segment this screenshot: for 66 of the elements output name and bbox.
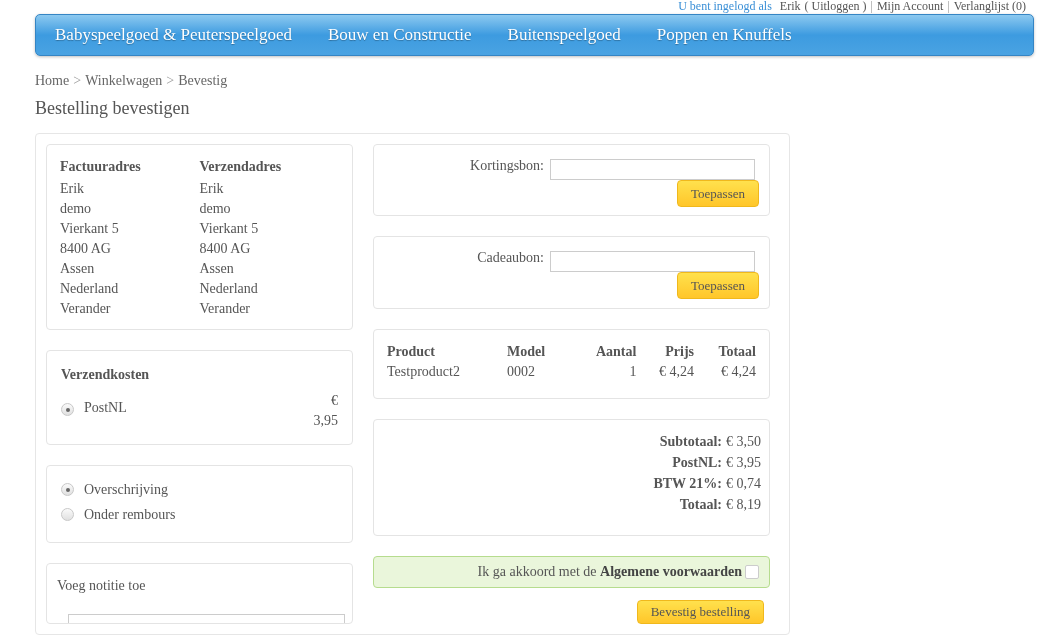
- payment-option-label: Onder rembours: [84, 506, 176, 523]
- radio-button[interactable]: [61, 508, 74, 522]
- table-cell: € 4,24: [636, 363, 695, 380]
- column-header: Prijs: [636, 343, 695, 364]
- address-line: Assen: [60, 260, 96, 278]
- code-input-field[interactable]: [550, 159, 755, 180]
- change-address-link[interactable]: Verander: [60, 299, 200, 319]
- total-value: € 3,95: [726, 454, 761, 471]
- agreement-checkbox[interactable]: [745, 564, 759, 579]
- radio-button[interactable]: [61, 403, 74, 416]
- confirm-order-button[interactable]: Bevestig bestelling: [636, 600, 764, 624]
- total-value: € 0,74: [726, 475, 761, 492]
- apply-button[interactable]: Toepassen: [677, 180, 759, 207]
- address-line: Nederland: [60, 280, 120, 298]
- breadcrumb-link[interactable]: Home: [35, 73, 70, 89]
- code-input-field[interactable]: [550, 251, 755, 273]
- payment-option-label: Overschrijving: [84, 481, 168, 498]
- column-header: Model: [507, 343, 547, 361]
- radio-button[interactable]: [61, 483, 74, 497]
- address-line: Vierkant 5: [60, 220, 120, 238]
- change-address-link[interactable]: Verander: [199, 299, 339, 319]
- agreement-text: Ik ga akkoord met de Algemene voorwaarden: [477, 563, 742, 580]
- address-line: demo: [199, 200, 232, 218]
- address-line: Erik: [60, 180, 86, 198]
- table-cell-text: 0002: [507, 363, 536, 380]
- address-heading: Verzendadres: [199, 159, 283, 175]
- apply-button[interactable]: Toepassen: [677, 272, 759, 300]
- address-line: 8400 AG: [60, 240, 112, 258]
- account-link[interactable]: Verlanglijst (0): [953, 0, 1026, 14]
- breadcrumb-link[interactable]: Bevestig: [178, 73, 228, 89]
- note-label: Voeg notitie toe: [57, 577, 147, 594]
- table-cell: € 4,24: [694, 363, 756, 380]
- logout-link[interactable]: ( Uitloggen ): [804, 0, 867, 14]
- user-name: Erik: [779, 0, 801, 14]
- shipping-price: € 3,95: [312, 392, 338, 430]
- breadcrumb-link[interactable]: Winkelwagen: [85, 73, 163, 89]
- address-line: Vierkant 5: [199, 220, 260, 238]
- total-label: Totaal:: [679, 496, 722, 513]
- total-value: € 3,50: [726, 433, 761, 450]
- address-line: 8400 AG: [199, 240, 252, 258]
- total-value: € 8,19: [726, 496, 761, 513]
- total-label: Subtotaal:: [659, 433, 722, 450]
- separator-text: |: [870, 0, 873, 14]
- column-header: Product: [387, 343, 507, 364]
- column-header: Totaal: [694, 343, 756, 364]
- account-link[interactable]: Mijn Account: [876, 0, 944, 14]
- column-header: Aantal: [594, 343, 637, 361]
- total-label: BTW 21%:: [653, 475, 722, 492]
- table-cell-text: 1: [628, 363, 637, 380]
- address-line: Erik: [199, 180, 225, 198]
- coupon-label: Cadeaubon:: [477, 250, 544, 267]
- separator-text: |: [947, 0, 950, 14]
- table-cell: Testproduct2: [387, 363, 507, 380]
- login-status-text: U bent ingelogd als: [678, 0, 772, 14]
- address-line: demo: [60, 200, 93, 218]
- shipping-heading: Verzendkosten: [61, 367, 151, 383]
- shipping-option-label: PostNL: [84, 400, 127, 416]
- breadcrumb-separator: >: [166, 73, 175, 89]
- address-line: Assen: [199, 260, 235, 278]
- note-field[interactable]: [68, 613, 345, 623]
- address-heading: Factuuradres: [60, 159, 142, 175]
- breadcrumb-separator: >: [73, 73, 82, 89]
- page-title: Bestelling bevestigen: [35, 98, 191, 119]
- total-label: PostNL:: [672, 454, 722, 471]
- coupon-label: Kortingsbon:: [470, 158, 544, 174]
- address-line: Nederland: [199, 280, 259, 298]
